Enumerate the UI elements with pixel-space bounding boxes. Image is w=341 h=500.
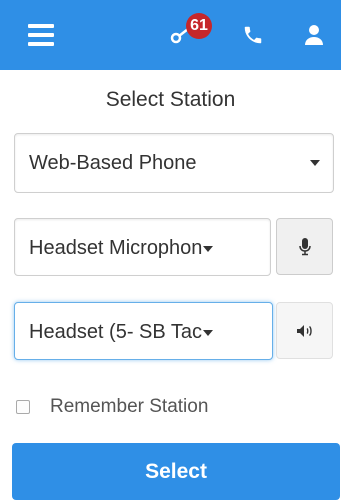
speaker-select[interactable]: Headset (5- SB Tac [14, 302, 273, 360]
station-select-value: Web-Based Phone [29, 152, 197, 174]
notification-badge: 61 [186, 13, 212, 39]
speaker-test-button[interactable] [276, 302, 333, 359]
phone-button[interactable] [226, 0, 280, 70]
microphone-test-button[interactable] [276, 218, 333, 275]
select-button[interactable]: Select [12, 443, 340, 500]
notifications-button[interactable]: 61 [162, 0, 220, 70]
user-icon [304, 25, 323, 45]
top-navbar: 61 [0, 0, 341, 70]
chevron-down-icon [203, 245, 214, 252]
station-select[interactable]: Web-Based Phone [14, 133, 334, 193]
phone-icon [244, 26, 262, 44]
microphone-select-value: Headset Microphon [29, 237, 203, 259]
speaker-icon [296, 324, 312, 337]
speaker-select-value: Headset (5- SB Tac [29, 321, 203, 343]
remember-station-label[interactable]: Remember Station [50, 396, 208, 418]
remember-station-checkbox[interactable] [16, 400, 30, 414]
hamburger-icon[interactable] [28, 24, 54, 46]
page-title: Select Station [105, 88, 236, 111]
chevron-down-icon [203, 329, 214, 336]
microphone-select[interactable]: Headset Microphon [14, 218, 271, 276]
microphone-icon [298, 237, 311, 255]
chevron-down-icon [310, 160, 320, 166]
user-button[interactable] [286, 0, 341, 70]
